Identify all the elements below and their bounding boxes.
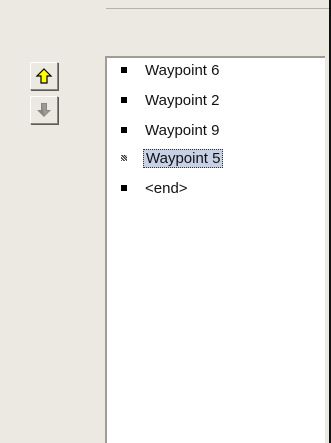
bullet-icon [121, 127, 127, 133]
waypoint-list[interactable]: Waypoint 6 Waypoint 2 Waypoint 9 Waypoin… [105, 56, 325, 443]
bullet-icon [121, 185, 127, 191]
list-item-label: Waypoint 2 [145, 91, 220, 109]
bullet-icon [121, 155, 127, 161]
bullet-icon [121, 67, 127, 73]
move-down-button[interactable] [30, 96, 58, 124]
move-up-button[interactable] [30, 62, 58, 90]
list-item-label: Waypoint 6 [145, 61, 220, 79]
arrow-up-icon [35, 67, 53, 85]
list-item-label: Waypoint 5 [143, 148, 224, 168]
list-item[interactable]: <end> [121, 178, 190, 198]
list-item-label: Waypoint 9 [145, 121, 220, 139]
waypoint-order-panel: Waypoint 6 Waypoint 2 Waypoint 9 Waypoin… [0, 0, 331, 443]
list-item[interactable]: Waypoint 2 [121, 90, 221, 110]
top-divider [106, 0, 329, 9]
bullet-icon [121, 97, 127, 103]
list-item-label: <end> [145, 179, 188, 197]
list-item-selected[interactable]: Waypoint 5 [121, 148, 224, 168]
arrow-down-icon [35, 101, 53, 119]
list-item[interactable]: Waypoint 6 [121, 60, 221, 80]
list-item[interactable]: Waypoint 9 [121, 120, 221, 140]
